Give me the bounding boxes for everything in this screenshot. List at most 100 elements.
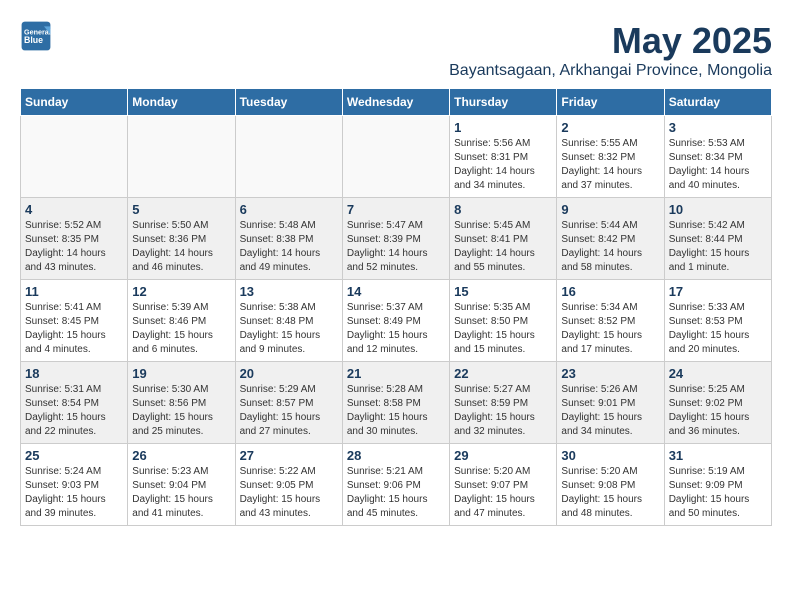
day-number: 21 [347, 366, 445, 381]
calendar-cell: 25 Sunrise: 5:24 AM Sunset: 9:03 PM Dayli… [21, 444, 128, 526]
day-number: 3 [669, 120, 767, 135]
day-info: Sunrise: 5:48 AM Sunset: 8:38 PM Dayligh… [240, 219, 338, 275]
calendar-cell [21, 116, 128, 198]
day-number: 16 [561, 284, 659, 299]
day-number: 19 [132, 366, 230, 381]
svg-text:Blue: Blue [24, 35, 43, 45]
day-info: Sunrise: 5:39 AM Sunset: 8:46 PM Dayligh… [132, 301, 230, 357]
calendar-cell: 20 Sunrise: 5:29 AM Sunset: 8:57 PM Dayli… [235, 362, 342, 444]
day-info: Sunrise: 5:27 AM Sunset: 8:59 PM Dayligh… [454, 383, 552, 439]
day-info: Sunrise: 5:20 AM Sunset: 9:08 PM Dayligh… [561, 465, 659, 521]
logo: General Blue [20, 20, 52, 52]
day-number: 18 [25, 366, 123, 381]
day-number: 23 [561, 366, 659, 381]
calendar-cell: 1 Sunrise: 5:56 AM Sunset: 8:31 PM Daylig… [450, 116, 557, 198]
calendar-cell: 26 Sunrise: 5:23 AM Sunset: 9:04 PM Dayli… [128, 444, 235, 526]
day-info: Sunrise: 5:21 AM Sunset: 9:06 PM Dayligh… [347, 465, 445, 521]
calendar-cell: 17Sunrise: 5:33 AM Sunset: 8:53 PM Dayli… [664, 280, 771, 362]
day-info: Sunrise: 5:31 AM Sunset: 8:54 PM Dayligh… [25, 383, 123, 439]
day-info: Sunrise: 5:23 AM Sunset: 9:04 PM Dayligh… [132, 465, 230, 521]
day-number: 11 [25, 284, 123, 299]
logo-icon: General Blue [20, 20, 52, 52]
calendar-cell: 30 Sunrise: 5:20 AM Sunset: 9:08 PM Dayli… [557, 444, 664, 526]
day-number: 8 [454, 202, 552, 217]
day-info: Sunrise: 5:19 AM Sunset: 9:09 PM Dayligh… [669, 465, 767, 521]
calendar-week-3: 11 Sunrise: 5:41 AM Sunset: 8:45 PM Dayli… [21, 280, 772, 362]
calendar-body: 1 Sunrise: 5:56 AM Sunset: 8:31 PM Daylig… [21, 116, 772, 526]
calendar-cell: 29Sunrise: 5:20 AM Sunset: 9:07 PM Dayli… [450, 444, 557, 526]
calendar-cell: 2 Sunrise: 5:55 AM Sunset: 8:32 PM Daylig… [557, 116, 664, 198]
day-info: Sunrise: 5:53 AM Sunset: 8:34 PM Dayligh… [669, 137, 767, 193]
day-number: 10 [669, 202, 767, 217]
day-info: Sunrise: 5:56 AM Sunset: 8:31 PM Dayligh… [454, 137, 552, 193]
calendar-cell: 18 Sunrise: 5:31 AM Sunset: 8:54 PM Dayli… [21, 362, 128, 444]
weekday-header-friday: Friday [557, 89, 664, 116]
day-number: 31 [669, 448, 767, 463]
main-title: May 2025 [449, 20, 772, 62]
day-number: 15 [454, 284, 552, 299]
day-info: Sunrise: 5:30 AM Sunset: 8:56 PM Dayligh… [132, 383, 230, 439]
day-number: 26 [132, 448, 230, 463]
day-info: Sunrise: 5:24 AM Sunset: 9:03 PM Dayligh… [25, 465, 123, 521]
calendar-cell: 15 Sunrise: 5:35 AM Sunset: 8:50 PM Dayli… [450, 280, 557, 362]
day-number: 25 [25, 448, 123, 463]
calendar-cell: 6Sunrise: 5:48 AM Sunset: 8:38 PM Daylig… [235, 198, 342, 280]
day-number: 9 [561, 202, 659, 217]
day-info: Sunrise: 5:29 AM Sunset: 8:57 PM Dayligh… [240, 383, 338, 439]
day-info: Sunrise: 5:22 AM Sunset: 9:05 PM Dayligh… [240, 465, 338, 521]
day-number: 1 [454, 120, 552, 135]
weekday-header-saturday: Saturday [664, 89, 771, 116]
day-number: 12 [132, 284, 230, 299]
subtitle: Bayantsagaan, Arkhangai Province, Mongol… [449, 62, 772, 80]
calendar-week-2: 4Sunrise: 5:52 AM Sunset: 8:35 PM Daylig… [21, 198, 772, 280]
calendar-cell: 4Sunrise: 5:52 AM Sunset: 8:35 PM Daylig… [21, 198, 128, 280]
calendar-cell: 31 Sunrise: 5:19 AM Sunset: 9:09 PM Dayli… [664, 444, 771, 526]
day-info: Sunrise: 5:20 AM Sunset: 9:07 PM Dayligh… [454, 465, 552, 521]
calendar-cell: 27 Sunrise: 5:22 AM Sunset: 9:05 PM Dayli… [235, 444, 342, 526]
calendar-cell: 12 Sunrise: 5:39 AM Sunset: 8:46 PM Dayli… [128, 280, 235, 362]
calendar-cell: 5 Sunrise: 5:50 AM Sunset: 8:36 PM Daylig… [128, 198, 235, 280]
day-number: 30 [561, 448, 659, 463]
calendar-cell [342, 116, 449, 198]
day-info: Sunrise: 5:28 AM Sunset: 8:58 PM Dayligh… [347, 383, 445, 439]
day-number: 24 [669, 366, 767, 381]
day-info: Sunrise: 5:37 AM Sunset: 8:49 PM Dayligh… [347, 301, 445, 357]
calendar-cell: 23 Sunrise: 5:26 AM Sunset: 9:01 PM Dayli… [557, 362, 664, 444]
weekday-header-tuesday: Tuesday [235, 89, 342, 116]
calendar-cell: 10Sunrise: 5:42 AM Sunset: 8:44 PM Dayli… [664, 198, 771, 280]
calendar-week-5: 25 Sunrise: 5:24 AM Sunset: 9:03 PM Dayli… [21, 444, 772, 526]
calendar-cell: 7 Sunrise: 5:47 AM Sunset: 8:39 PM Daylig… [342, 198, 449, 280]
day-number: 22 [454, 366, 552, 381]
calendar-cell: 3 Sunrise: 5:53 AM Sunset: 8:34 PM Daylig… [664, 116, 771, 198]
day-info: Sunrise: 5:41 AM Sunset: 8:45 PM Dayligh… [25, 301, 123, 357]
calendar-cell: 11 Sunrise: 5:41 AM Sunset: 8:45 PM Dayli… [21, 280, 128, 362]
calendar-cell: 9Sunrise: 5:44 AM Sunset: 8:42 PM Daylig… [557, 198, 664, 280]
day-number: 2 [561, 120, 659, 135]
calendar-cell: 21 Sunrise: 5:28 AM Sunset: 8:58 PM Dayli… [342, 362, 449, 444]
day-info: Sunrise: 5:35 AM Sunset: 8:50 PM Dayligh… [454, 301, 552, 357]
day-info: Sunrise: 5:38 AM Sunset: 8:48 PM Dayligh… [240, 301, 338, 357]
day-number: 17 [669, 284, 767, 299]
calendar-cell: 13 Sunrise: 5:38 AM Sunset: 8:48 PM Dayli… [235, 280, 342, 362]
day-number: 20 [240, 366, 338, 381]
calendar-table: SundayMondayTuesdayWednesdayThursdayFrid… [20, 88, 772, 526]
calendar-cell: 19 Sunrise: 5:30 AM Sunset: 8:56 PM Dayli… [128, 362, 235, 444]
day-number: 4 [25, 202, 123, 217]
calendar-week-4: 18 Sunrise: 5:31 AM Sunset: 8:54 PM Dayli… [21, 362, 772, 444]
day-info: Sunrise: 5:47 AM Sunset: 8:39 PM Dayligh… [347, 219, 445, 275]
weekday-header-thursday: Thursday [450, 89, 557, 116]
weekday-header-row: SundayMondayTuesdayWednesdayThursdayFrid… [21, 89, 772, 116]
calendar-cell: 24Sunrise: 5:25 AM Sunset: 9:02 PM Dayli… [664, 362, 771, 444]
day-info: Sunrise: 5:26 AM Sunset: 9:01 PM Dayligh… [561, 383, 659, 439]
day-info: Sunrise: 5:50 AM Sunset: 8:36 PM Dayligh… [132, 219, 230, 275]
day-number: 13 [240, 284, 338, 299]
day-number: 27 [240, 448, 338, 463]
weekday-header-monday: Monday [128, 89, 235, 116]
calendar-cell: 8 Sunrise: 5:45 AM Sunset: 8:41 PM Daylig… [450, 198, 557, 280]
day-info: Sunrise: 5:55 AM Sunset: 8:32 PM Dayligh… [561, 137, 659, 193]
day-info: Sunrise: 5:34 AM Sunset: 8:52 PM Dayligh… [561, 301, 659, 357]
day-number: 5 [132, 202, 230, 217]
day-info: Sunrise: 5:45 AM Sunset: 8:41 PM Dayligh… [454, 219, 552, 275]
calendar-cell: 28Sunrise: 5:21 AM Sunset: 9:06 PM Dayli… [342, 444, 449, 526]
day-number: 7 [347, 202, 445, 217]
